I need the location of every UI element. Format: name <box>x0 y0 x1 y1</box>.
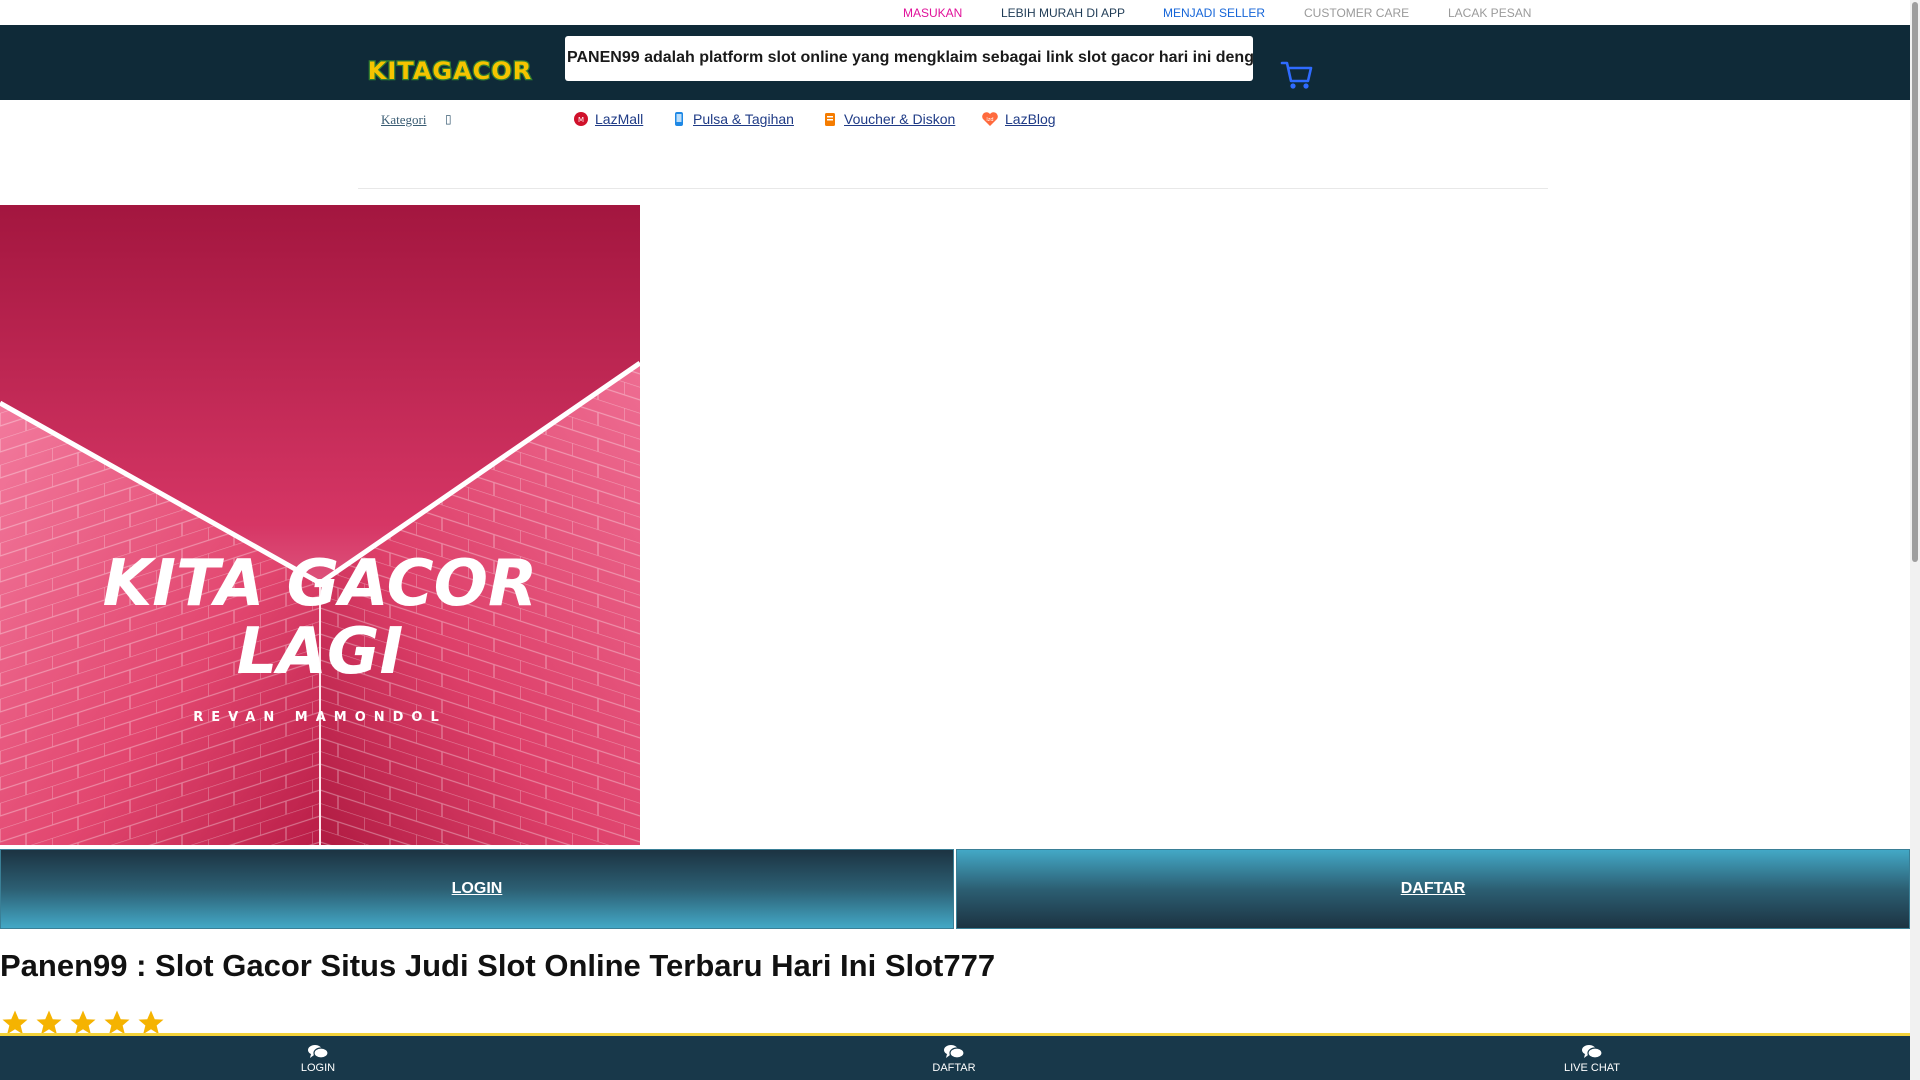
search-text: PANEN99 adalah platform slot online yang… <box>567 49 1253 66</box>
header: KITAGACOR PANEN99 adalah platform slot o… <box>0 25 1910 100</box>
svg-text:M: M <box>578 116 584 124</box>
bottom-nav-login[interactable]: LOGIN <box>258 1044 378 1074</box>
chevron-down-icon[interactable]: ▯ <box>445 112 452 126</box>
top-link-menjadi-seller[interactable]: MENJADI SELLER <box>1163 6 1265 20</box>
voucher-icon <box>825 113 835 126</box>
lazmall-icon: M <box>574 112 588 126</box>
svg-text:KITAGACOR: KITAGACOR <box>368 57 532 85</box>
nav-item-label: LazMall <box>595 111 644 127</box>
bottom-nav-label: LOGIN <box>300 1062 336 1074</box>
bottom-nav-bar: LOGIN DAFTAR LIVE CHAT <box>0 1033 1910 1080</box>
nav-item-label: Pulsa & Tagihan <box>693 111 794 127</box>
nav-item-lazmall[interactable]: M LazMall <box>573 111 643 127</box>
top-link-masukan[interactable]: MASUKAN <box>903 6 962 20</box>
hero-image: KITA GACOR LAGI REVAN MAMONDOL <box>0 205 640 845</box>
page-title: Panen99 : Slot Gacor Situs Judi Slot Onl… <box>0 948 996 983</box>
hero-subtitle: REVAN MAMONDOL <box>193 710 447 725</box>
chat-icon <box>1582 1045 1603 1059</box>
nav-item-pulsa-tagihan[interactable]: Pulsa & Tagihan <box>671 111 794 127</box>
category-nav: Kategori ▯ M LazMall Pulsa & Tagihan Vou… <box>0 100 1910 190</box>
bottom-nav-live-chat[interactable]: LIVE CHAT <box>1532 1044 1652 1074</box>
page: MASUKAN LEBIH MURAH DI APP MENJADI SELLE… <box>0 0 1920 1080</box>
svg-text:lzd: lzd <box>986 117 993 123</box>
site-logo[interactable]: KITAGACOR <box>360 51 540 89</box>
nav-item-lazblog[interactable]: lzd LazBlog <box>981 111 1056 127</box>
nav-item-label: LazBlog <box>1005 111 1056 127</box>
scrollbar-thumb[interactable] <box>1912 2 1918 562</box>
phone-icon <box>675 112 683 126</box>
bottom-nav-daftar[interactable]: DAFTAR <box>894 1044 1014 1074</box>
daftar-button[interactable]: DAFTAR <box>956 849 1910 929</box>
lazblog-icon: lzd <box>982 112 998 126</box>
hero-title-line1: KITA GACOR <box>103 547 538 621</box>
cart-icon[interactable] <box>1280 59 1314 91</box>
bottom-nav-label: LIVE CHAT <box>1563 1062 1621 1074</box>
kategori-link[interactable]: Kategori <box>381 112 426 128</box>
bottom-nav-label: DAFTAR <box>932 1062 976 1074</box>
login-button[interactable]: LOGIN <box>0 849 954 929</box>
divider <box>358 188 1548 189</box>
chat-icon <box>308 1045 329 1059</box>
top-links-bar: MASUKAN LEBIH MURAH DI APP MENJADI SELLE… <box>0 0 1910 25</box>
top-link-lebih-murah-di-app[interactable]: LEBIH MURAH DI APP <box>1001 6 1125 20</box>
nav-item-label: Voucher & Diskon <box>844 111 956 127</box>
chat-icon <box>944 1045 965 1059</box>
search-input[interactable]: PANEN99 adalah platform slot online yang… <box>565 36 1253 81</box>
hero-title-line2: LAGI <box>237 615 404 689</box>
top-link-customer-care[interactable]: CUSTOMER CARE <box>1304 6 1409 20</box>
top-link-lacak-pesan[interactable]: LACAK PESAN <box>1448 6 1531 20</box>
nav-item-voucher-diskon[interactable]: Voucher & Diskon <box>822 111 955 127</box>
